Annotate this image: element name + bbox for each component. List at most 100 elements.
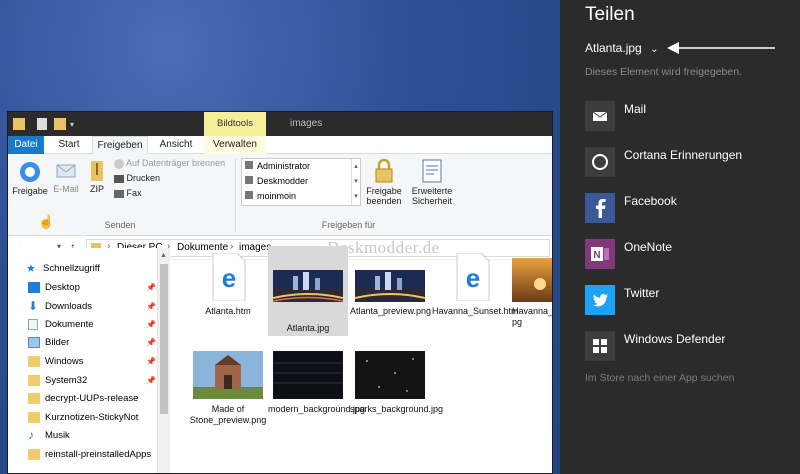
svg-text:e: e xyxy=(222,263,236,293)
navigation-pane: ★ Schnellzugriff Desktop 📌 ⬇ Downloads 📌… xyxy=(8,248,158,473)
list-scroll-arrows[interactable]: ▴ ▾ ▾ xyxy=(351,159,360,205)
app-label: Facebook xyxy=(624,194,677,208)
print-button[interactable]: Drucken xyxy=(114,173,174,187)
lock-icon xyxy=(375,158,393,183)
share-icon xyxy=(20,162,40,182)
share-app-facebook[interactable]: Facebook xyxy=(585,193,795,223)
nav-item-kurznotizen[interactable]: Kurznotizen-StickyNot xyxy=(28,409,158,427)
share-app-windows-defender[interactable]: Windows Defender xyxy=(585,331,795,361)
user-deskmodder[interactable]: Deskmodder xyxy=(245,176,308,186)
tab-ansicht[interactable]: Ansicht xyxy=(154,136,198,154)
file-name: Atlanta_preview.png xyxy=(350,306,432,316)
file-name: Made of Stone_preview.png xyxy=(189,404,267,425)
nav-scrollbar[interactable]: ▲ xyxy=(158,248,170,473)
share-app-cortana[interactable]: Cortana Erinnerungen xyxy=(585,147,795,177)
user-administrator[interactable]: Administrator xyxy=(245,161,310,171)
nav-item-decrypt-uups[interactable]: decrypt-UUPs-release xyxy=(28,390,158,408)
tab-datei[interactable]: Datei xyxy=(8,136,44,154)
facebook-icon xyxy=(585,193,615,223)
scroll-up-icon[interactable]: ▲ xyxy=(160,252,167,259)
tab-freigeben[interactable]: Freigeben xyxy=(92,136,148,155)
store-search-link[interactable]: Im Store nach einer App suchen xyxy=(585,372,734,384)
user-label: Deskmodder xyxy=(257,176,309,186)
nav-item-dokumente[interactable]: Dokumente 📌 xyxy=(28,316,158,334)
share-item-selector[interactable]: Atlanta.jpg ⌄ xyxy=(585,41,658,55)
file-name: Havanna_Sunset.htm xyxy=(432,306,519,316)
tab-start[interactable]: Start xyxy=(52,136,86,154)
onenote-icon: N xyxy=(585,239,615,269)
user-icon xyxy=(245,176,253,184)
fax-icon xyxy=(114,189,124,198)
nav-item-windows[interactable]: Windows 📌 xyxy=(28,353,158,371)
stop-sharing-button[interactable]: Freigabe beenden xyxy=(364,158,404,210)
music-icon: ♪ xyxy=(28,428,34,442)
nav-label: Windows xyxy=(45,356,84,367)
advanced-security-button[interactable]: Erweiterte Sicherheit xyxy=(408,158,456,210)
file-atlanta-preview[interactable]: Atlanta_preview.png xyxy=(350,248,432,346)
new-folder-icon[interactable] xyxy=(54,118,66,130)
nav-label: Musik xyxy=(45,430,70,441)
scroll-thumb[interactable] xyxy=(160,264,168,414)
tab-verwalten[interactable]: Verwalten xyxy=(204,136,266,154)
file-sparks-background[interactable]: sparks_background.jpg xyxy=(350,346,444,444)
nav-label: Bilder xyxy=(45,337,70,348)
printer-icon xyxy=(114,174,124,183)
nav-label: Desktop xyxy=(45,282,80,293)
burn-label: Auf Datenträger brennen xyxy=(126,158,226,168)
zip-label: ZIP xyxy=(89,184,104,194)
window-title: images xyxy=(290,118,323,129)
file-modern-background[interactable]: modern_background.jpg xyxy=(268,346,365,444)
share-subtitle: Dieses Element wird freigegeben. xyxy=(585,66,742,78)
nav-item-schnellzugriff[interactable]: ★ Schnellzugriff xyxy=(26,260,156,278)
twitter-icon xyxy=(585,285,615,315)
edge-icon: e xyxy=(212,253,246,301)
group-label-senden: Senden xyxy=(104,220,136,230)
share-app-mail[interactable]: Mail xyxy=(585,101,795,131)
user-moinmoin[interactable]: moinmoin xyxy=(245,191,296,201)
nav-label: decrypt-UUPs-release xyxy=(45,393,139,404)
file-havanna-sunset[interactable]: Havanna_S pg xyxy=(512,248,552,346)
app-label: Cortana Erinnerungen xyxy=(624,148,743,162)
nav-item-bilder[interactable]: Bilder 📌 xyxy=(28,334,158,352)
file-explorer-window: ▾ Bildtools images Datei Start Freigeben… xyxy=(7,111,553,474)
nav-item-downloads[interactable]: ⬇ Downloads 📌 xyxy=(28,298,158,316)
pin-icon: 📌 xyxy=(146,302,156,311)
pin-icon: 📌 xyxy=(146,338,156,347)
disc-icon xyxy=(114,158,124,169)
burn-disc-button[interactable]: Auf Datenträger brennen xyxy=(114,158,234,172)
svg-text:e: e xyxy=(466,263,480,293)
nav-item-musik[interactable]: ♪ Musik xyxy=(28,427,158,445)
folder-icon[interactable] xyxy=(13,118,25,130)
chevron-down-icon[interactable]: ▾ xyxy=(70,120,78,129)
pin-icon: 📌 xyxy=(146,320,156,329)
email-button[interactable]: E-Mail xyxy=(50,160,82,204)
nav-item-system32[interactable]: System32 📌 xyxy=(28,372,158,390)
nav-item-desktop[interactable]: Desktop 📌 xyxy=(28,279,158,297)
folder-icon xyxy=(28,449,40,460)
folder-icon xyxy=(28,393,40,404)
mail-icon xyxy=(585,101,615,131)
folder-icon xyxy=(28,375,40,386)
chevron-down-icon: ⌄ xyxy=(650,44,659,55)
share-with-list[interactable]: Administrator Deskmodder moinmoin ▴ ▾ ▾ xyxy=(241,158,361,206)
group-label-freigeben-fuer: Freigeben für xyxy=(321,220,376,230)
dark-background-thumbnail xyxy=(273,351,343,399)
file-name: sparks_background.jpg xyxy=(350,404,444,414)
nav-label: Dokumente xyxy=(45,319,94,330)
file-atlanta-jpg[interactable]: Atlanta.jpg xyxy=(268,246,348,336)
fax-button[interactable]: Fax xyxy=(114,188,154,202)
file-list: e Atlanta.htm Atlanta.jpg Atlanta_previe… xyxy=(170,246,552,473)
ribbon-tabs: Datei Start Freigeben Ansicht Verwalten xyxy=(8,136,552,155)
share-app-onenote[interactable]: N OneNote xyxy=(585,239,795,269)
file-atlanta-htm[interactable]: e Atlanta.htm xyxy=(188,248,268,346)
share-button[interactable]: Freigabe xyxy=(11,160,49,204)
share-label: Freigabe xyxy=(12,186,48,196)
file-havanna-htm[interactable]: e Havanna_Sunset.htm xyxy=(432,248,519,346)
properties-icon[interactable] xyxy=(37,118,47,130)
nav-item-reinstall[interactable]: reinstall-preinstalledApps xyxy=(28,446,158,464)
group-divider xyxy=(235,158,236,232)
zip-button[interactable]: ZIP xyxy=(86,160,108,204)
file-made-of-stone[interactable]: Made of Stone_preview.png xyxy=(188,346,268,444)
user-icon xyxy=(245,161,253,169)
share-app-twitter[interactable]: Twitter xyxy=(585,285,795,315)
